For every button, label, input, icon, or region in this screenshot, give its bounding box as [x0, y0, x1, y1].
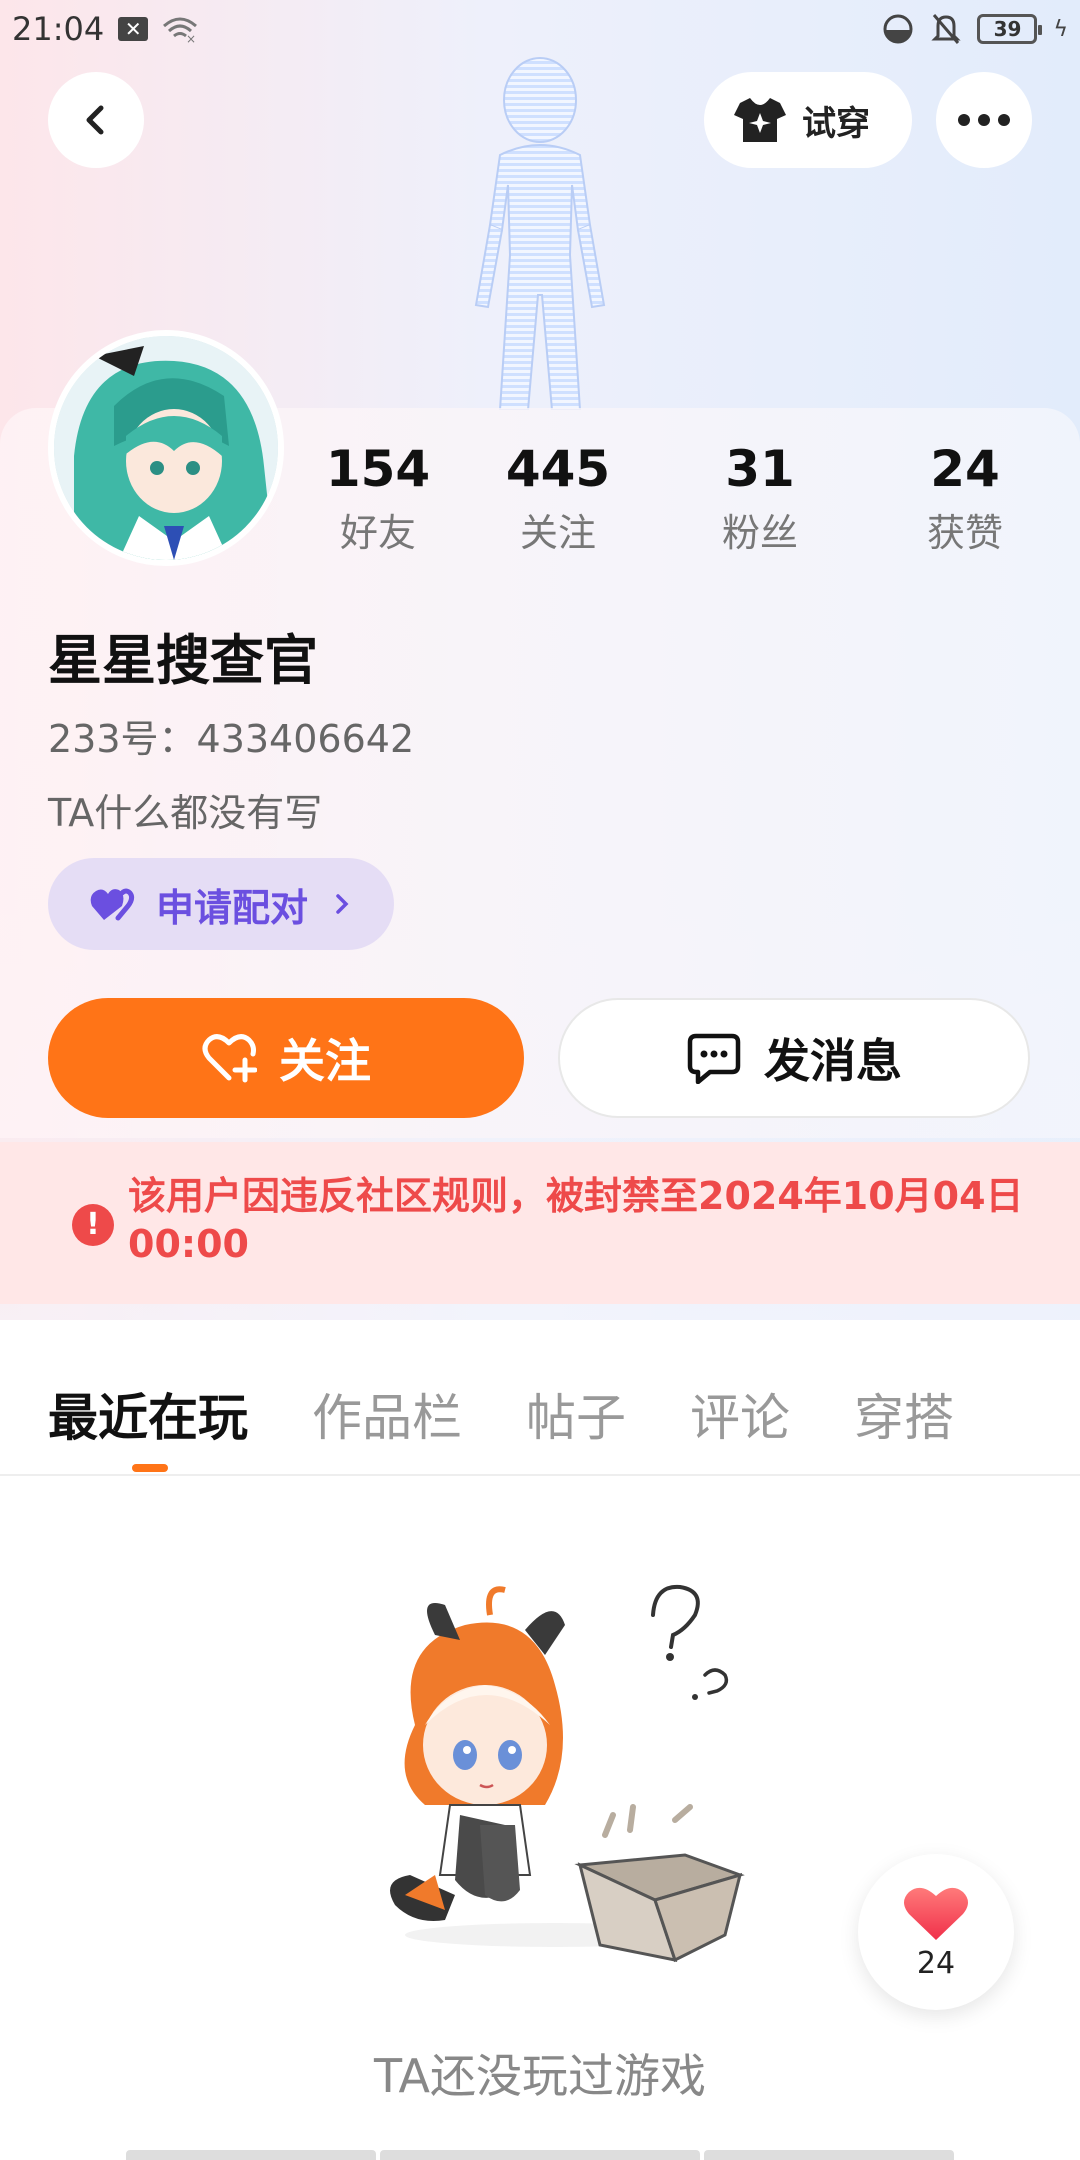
like-floating-button[interactable]: 24 — [858, 1854, 1014, 2010]
like-count: 24 — [916, 1945, 956, 1981]
try-on-label: 试穿 — [802, 103, 870, 144]
pair-hearts-icon — [90, 888, 135, 921]
profile-tabs: 最近在玩 作品栏 帖子 评论 穿搭 — [48, 1378, 954, 1450]
bottom-placeholder-bars — [126, 2150, 954, 2160]
try-on-button[interactable]: 试穿 — [704, 72, 912, 168]
status-time: 21:04 — [12, 10, 105, 48]
stat-friends-label: 好友 — [339, 511, 416, 555]
battery-indicator: 39 — [977, 14, 1043, 44]
back-button[interactable] — [48, 72, 144, 168]
status-bar: 21:04 ✕ × 39 ϟ — [0, 0, 1080, 58]
data-saver-icon — [883, 14, 913, 44]
tab-recently-played[interactable]: 最近在玩 — [48, 1378, 248, 1450]
more-options-button[interactable] — [936, 72, 1032, 168]
follow-button[interactable]: 关注 — [48, 998, 524, 1118]
user-id: 233号：433406642 — [48, 717, 415, 761]
stat-following-value: 445 — [505, 440, 611, 498]
back-arrow-icon — [86, 105, 104, 135]
tab-posts[interactable]: 帖子 — [526, 1378, 626, 1450]
send-message-button[interactable]: 发消息 — [558, 998, 1030, 1118]
stat-followers-value: 31 — [725, 440, 795, 498]
apply-pairing-button[interactable]: 申请配对 — [48, 858, 394, 950]
stat-friends[interactable]: 154 好友 — [298, 440, 458, 557]
tshirt-icon — [734, 98, 786, 142]
empty-state-text: TA还没玩过游戏 — [374, 2049, 706, 2103]
bell-muted-icon — [931, 14, 962, 44]
follow-label: 关注 — [279, 1034, 371, 1088]
ban-notice: ! 该用户因违反社区规则，被封禁至2024年10月04日 00:00 — [0, 1142, 1080, 1304]
stat-following[interactable]: 445 关注 — [478, 440, 638, 557]
heart-icon — [904, 1887, 968, 1940]
ban-notice-text: 该用户因违反社区规则，被封禁至2024年10月04日 00:00 — [128, 1174, 1024, 1266]
stat-likes[interactable]: 24 获赞 — [885, 440, 1045, 557]
notification-x-icon: ✕ — [118, 17, 149, 41]
send-message-label: 发消息 — [764, 1034, 902, 1088]
stat-likes-value: 24 — [930, 440, 1000, 498]
wifi-icon: × — [163, 17, 198, 44]
stat-friends-value: 154 — [325, 440, 431, 498]
user-name: 星星搜查官 — [48, 629, 318, 692]
stat-following-label: 关注 — [519, 511, 596, 555]
empty-state-illustration — [390, 1584, 745, 1963]
charging-icon: ϟ — [1053, 16, 1068, 42]
stat-likes-label: 获赞 — [926, 511, 1003, 555]
hologram-avatar-figure — [474, 57, 606, 410]
alert-icon: ! — [72, 1204, 114, 1246]
more-dots-icon — [958, 114, 1010, 126]
profile-stats: 154 好友 445 关注 31 粉丝 24 获赞 — [0, 440, 1080, 570]
active-tab-indicator — [132, 1464, 168, 1472]
apply-pairing-label: 申请配对 — [156, 885, 309, 930]
stat-followers-label: 粉丝 — [721, 511, 798, 555]
user-bio: TA什么都没有写 — [48, 791, 323, 835]
heart-plus-icon — [202, 1034, 257, 1083]
tabs-divider — [0, 1474, 1080, 1476]
chevron-right-icon — [336, 894, 349, 914]
svg-text:×: × — [186, 32, 196, 44]
tab-outfits[interactable]: 穿搭 — [854, 1378, 954, 1450]
chat-bubble-icon — [687, 1033, 741, 1084]
tab-works[interactable]: 作品栏 — [312, 1378, 462, 1450]
stat-followers[interactable]: 31 粉丝 — [680, 440, 840, 557]
tab-comments[interactable]: 评论 — [690, 1378, 790, 1450]
